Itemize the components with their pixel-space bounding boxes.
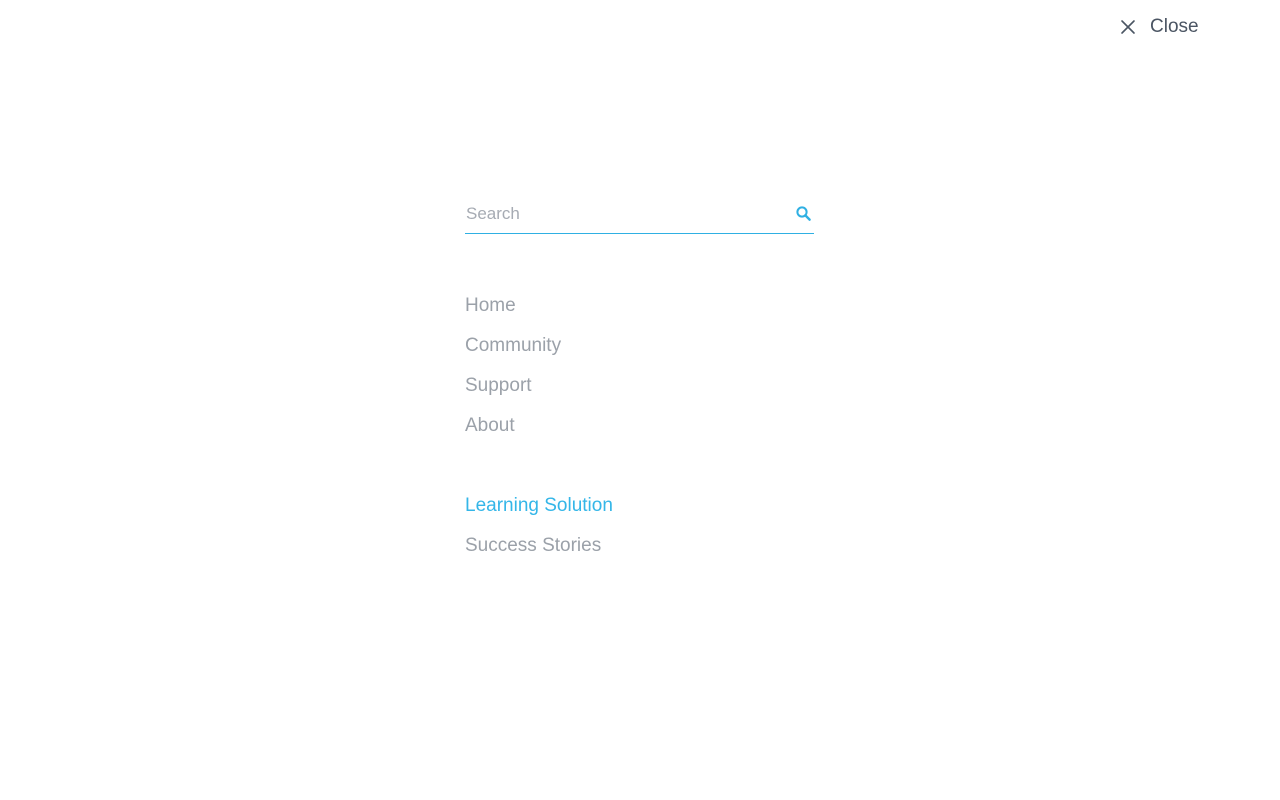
close-label: Close xyxy=(1150,16,1199,37)
nav-item-community[interactable]: Community xyxy=(465,330,561,370)
nav-item-home[interactable]: Home xyxy=(465,290,561,330)
search-icon[interactable] xyxy=(794,204,814,224)
nav-item-learning-solution[interactable]: Learning Solution xyxy=(465,490,613,530)
search-bar xyxy=(465,196,814,234)
secondary-nav: Learning Solution Success Stories xyxy=(465,490,613,570)
close-icon xyxy=(1118,17,1138,37)
menu-overlay: Close Home Community Support About Learn… xyxy=(0,0,1280,800)
nav-item-about[interactable]: About xyxy=(465,410,561,450)
close-button[interactable]: Close xyxy=(1118,14,1199,40)
primary-nav: Home Community Support About xyxy=(465,290,561,450)
nav-item-success-stories[interactable]: Success Stories xyxy=(465,530,613,570)
nav-item-support[interactable]: Support xyxy=(465,370,561,410)
search-input[interactable] xyxy=(465,196,786,232)
